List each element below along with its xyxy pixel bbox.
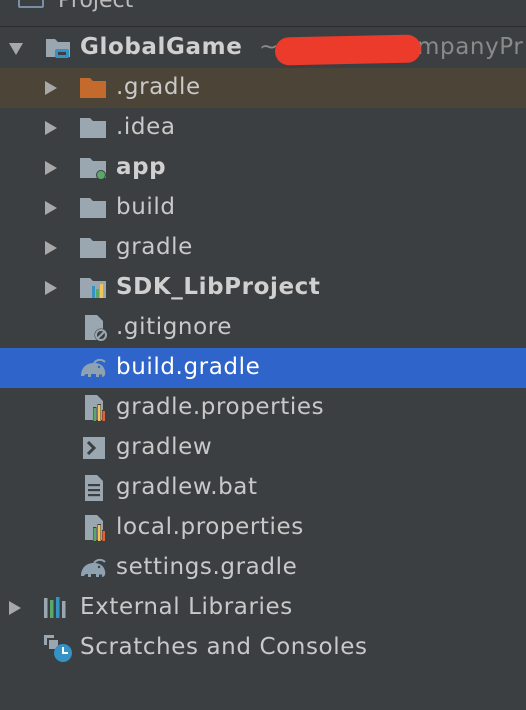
tree-item-label: gradlew (116, 434, 213, 460)
tree-item-gradlew-bat[interactable]: gradlew.bat (0, 468, 526, 508)
text-file-icon (85, 475, 103, 501)
library-bars-icon (44, 597, 66, 618)
expand-arrow-icon[interactable] (45, 281, 57, 295)
tree-item-label: SDK_LibProject (116, 274, 321, 300)
tree-item-sdk-libproject[interactable]: SDK_LibProject (0, 268, 526, 308)
expand-arrow-icon[interactable] (45, 161, 57, 175)
tree-item-app[interactable]: app (0, 148, 526, 188)
tree-item-label: External Libraries (80, 594, 293, 620)
expand-arrow-icon[interactable] (45, 81, 57, 95)
tree-item-label: .idea (116, 114, 176, 140)
folder-icon (80, 238, 106, 258)
tree-item-label: gradlew.bat (116, 474, 258, 500)
expand-arrow-icon[interactable] (45, 121, 57, 135)
tree-item-gradle-properties[interactable]: gradle.properties (0, 388, 526, 428)
redaction-mark (274, 34, 422, 66)
properties-file-icon (85, 515, 106, 541)
tree-item-scratches-consoles[interactable]: Scratches and Consoles (0, 628, 526, 668)
properties-file-icon (85, 395, 106, 421)
library-module-folder-icon (80, 278, 106, 298)
tree-item-label: build (116, 194, 176, 220)
tree-item-label: build.gradle (116, 354, 261, 380)
root-path-tail: mpanyPr (417, 34, 524, 60)
tree-item-label: .gradle (116, 74, 201, 100)
project-view-title[interactable]: Project (58, 0, 133, 13)
tree-item-build-gradle[interactable]: build.gradle (0, 348, 526, 388)
excluded-folder-icon (80, 78, 106, 98)
module-folder-icon (46, 39, 70, 58)
folder-icon (80, 118, 106, 138)
expand-arrow-icon[interactable] (9, 601, 21, 615)
android-module-folder-icon (80, 158, 106, 180)
expand-arrow-icon[interactable] (45, 241, 57, 255)
tree-item-gitignore[interactable]: .gitignore (0, 308, 526, 348)
project-tree: GlobalGame ~ mpanyPr .gradle .idea app b… (0, 28, 526, 668)
collapse-arrow-icon[interactable] (9, 43, 23, 55)
tree-item-label: gradle.properties (116, 394, 325, 420)
tree-item-build[interactable]: build (0, 188, 526, 228)
gradle-elephant-icon (81, 558, 106, 577)
ignore-file-icon (85, 315, 108, 342)
tree-item-label: gradle (116, 234, 193, 260)
folder-icon (80, 198, 106, 218)
tree-item-label: local.properties (116, 514, 304, 540)
tree-item-local-properties[interactable]: local.properties (0, 508, 526, 548)
project-view-icon (18, 0, 44, 8)
tree-item-external-libraries[interactable]: External Libraries (0, 588, 526, 628)
tree-item-dot-gradle[interactable]: .gradle (0, 68, 526, 108)
tree-item-gradle[interactable]: gradle (0, 228, 526, 268)
tree-item-label: .gitignore (116, 314, 233, 340)
tree-item-label: app (116, 154, 167, 180)
project-tool-window-header: Project (0, 0, 526, 27)
expand-arrow-icon[interactable] (45, 201, 57, 215)
tree-item-settings-gradle[interactable]: settings.gradle (0, 548, 526, 588)
tree-item-root[interactable]: GlobalGame ~ mpanyPr (0, 28, 526, 68)
tree-item-label: Scratches and Consoles (80, 634, 368, 660)
tree-item-gradlew[interactable]: gradlew (0, 428, 526, 468)
gradle-elephant-icon (81, 358, 106, 377)
tree-item-idea[interactable]: .idea (0, 108, 526, 148)
shell-script-icon (83, 437, 105, 459)
tree-item-label: settings.gradle (116, 554, 298, 580)
root-project-label: GlobalGame (80, 34, 243, 60)
scratches-clock-icon (44, 635, 72, 662)
